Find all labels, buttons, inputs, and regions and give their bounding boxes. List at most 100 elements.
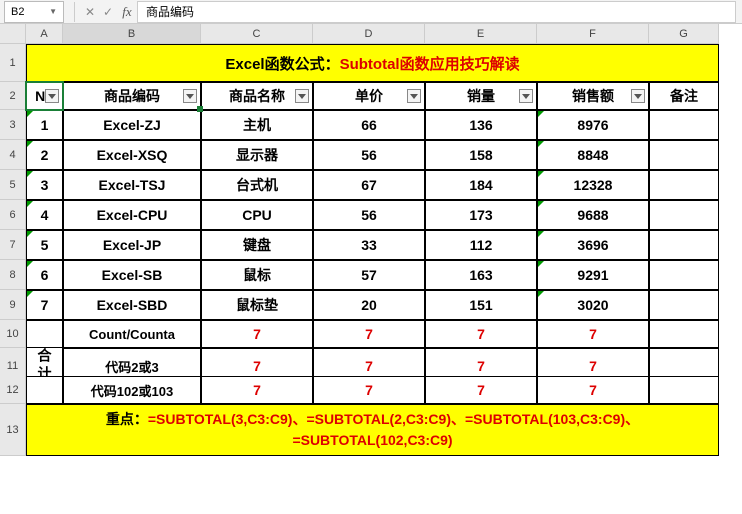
summary-val[interactable]: 7 (537, 320, 649, 348)
filter-icon[interactable] (407, 89, 421, 103)
cell-code[interactable]: Excel-XSQ (63, 140, 201, 170)
formula-input[interactable]: 商品编码 (137, 1, 736, 23)
cell-no[interactable]: 2 (26, 140, 63, 170)
col-A[interactable]: A (26, 24, 63, 44)
header-remark[interactable]: 备注 (649, 82, 719, 110)
cell-name[interactable]: 主机 (201, 110, 313, 140)
summary-val[interactable]: 7 (201, 376, 313, 404)
row-7[interactable]: 7 (0, 230, 26, 260)
cell-remark[interactable] (649, 110, 719, 140)
cell-remark[interactable] (649, 140, 719, 170)
cell-no[interactable]: 4 (26, 200, 63, 230)
cell-remark[interactable] (649, 200, 719, 230)
header-price[interactable]: 单价 (313, 82, 425, 110)
cell-qty[interactable]: 163 (425, 260, 537, 290)
filter-icon[interactable] (295, 89, 309, 103)
row-3[interactable]: 3 (0, 110, 26, 140)
row-8[interactable]: 8 (0, 260, 26, 290)
filter-icon[interactable] (631, 89, 645, 103)
cell-price[interactable]: 57 (313, 260, 425, 290)
cell-price[interactable]: 20 (313, 290, 425, 320)
filter-icon[interactable] (519, 89, 533, 103)
cell-sales[interactable]: 8976 (537, 110, 649, 140)
summary-val[interactable]: 7 (537, 376, 649, 404)
header-no[interactable]: No (26, 82, 63, 110)
cell-name[interactable]: 鼠标 (201, 260, 313, 290)
cell-name[interactable]: CPU (201, 200, 313, 230)
cell-sales[interactable]: 3020 (537, 290, 649, 320)
row-10[interactable]: 10 (0, 320, 26, 348)
row-12[interactable]: 12 (0, 376, 26, 404)
cell-sales[interactable]: 8848 (537, 140, 649, 170)
row-5[interactable]: 5 (0, 170, 26, 200)
check-icon[interactable]: ✓ (99, 5, 117, 19)
row-9[interactable]: 9 (0, 290, 26, 320)
cell-code[interactable]: Excel-JP (63, 230, 201, 260)
chevron-down-icon[interactable]: ▼ (49, 7, 57, 16)
cell-price[interactable]: 66 (313, 110, 425, 140)
cell-code[interactable]: Excel-SB (63, 260, 201, 290)
summary-blank[interactable] (649, 376, 719, 404)
filter-icon[interactable] (183, 89, 197, 103)
cell-price[interactable]: 33 (313, 230, 425, 260)
summary-merge-bot[interactable] (26, 376, 63, 404)
row-13[interactable]: 13 (0, 404, 26, 456)
cell-no[interactable]: 6 (26, 260, 63, 290)
cell-name[interactable]: 台式机 (201, 170, 313, 200)
cell-no[interactable]: 3 (26, 170, 63, 200)
header-sales[interactable]: 销售额 (537, 82, 649, 110)
row-6[interactable]: 6 (0, 200, 26, 230)
summary-val[interactable]: 7 (201, 320, 313, 348)
footer-cell[interactable]: 重点：=SUBTOTAL(3,C3:C9)、=SUBTOTAL(2,C3:C9)… (26, 404, 719, 456)
cell-code[interactable]: Excel-TSJ (63, 170, 201, 200)
cell-remark[interactable] (649, 260, 719, 290)
summary-blank[interactable] (649, 320, 719, 348)
col-C[interactable]: C (201, 24, 313, 44)
cell-no[interactable]: 5 (26, 230, 63, 260)
cell-qty[interactable]: 112 (425, 230, 537, 260)
summary-val[interactable]: 7 (313, 320, 425, 348)
cancel-icon[interactable]: ✕ (81, 5, 99, 19)
summary-label[interactable]: Count/Counta (63, 320, 201, 348)
col-E[interactable]: E (425, 24, 537, 44)
header-qty[interactable]: 销量 (425, 82, 537, 110)
cell-sales[interactable]: 9688 (537, 200, 649, 230)
summary-merge-top[interactable] (26, 320, 63, 348)
col-G[interactable]: G (649, 24, 719, 44)
cell-price[interactable]: 56 (313, 200, 425, 230)
header-name[interactable]: 商品名称 (201, 82, 313, 110)
title-cell[interactable]: Excel函数公式： Subtotal函数应用技巧解读 (26, 44, 719, 82)
row-4[interactable]: 4 (0, 140, 26, 170)
fill-handle[interactable] (197, 106, 203, 112)
select-all-corner[interactable] (0, 24, 26, 44)
cell-qty[interactable]: 158 (425, 140, 537, 170)
cell-code[interactable]: Excel-CPU (63, 200, 201, 230)
name-box[interactable]: B2 ▼ (4, 1, 64, 23)
cell-code[interactable]: Excel-ZJ (63, 110, 201, 140)
cell-price[interactable]: 56 (313, 140, 425, 170)
cell-code[interactable]: Excel-SBD (63, 290, 201, 320)
summary-val[interactable]: 7 (425, 320, 537, 348)
summary-label[interactable]: 代码102或103 (63, 376, 201, 404)
filter-icon[interactable] (45, 89, 59, 103)
cell-no[interactable]: 1 (26, 110, 63, 140)
cell-sales[interactable]: 9291 (537, 260, 649, 290)
header-code[interactable]: 商品编码 (63, 82, 201, 110)
cell-no[interactable]: 7 (26, 290, 63, 320)
row-1[interactable]: 1 (0, 44, 26, 82)
cell-qty[interactable]: 151 (425, 290, 537, 320)
col-F[interactable]: F (537, 24, 649, 44)
fx-icon[interactable]: fx (117, 4, 137, 20)
summary-val[interactable]: 7 (425, 376, 537, 404)
col-B[interactable]: B (63, 24, 201, 44)
cell-sales[interactable]: 3696 (537, 230, 649, 260)
cell-name[interactable]: 显示器 (201, 140, 313, 170)
cell-sales[interactable]: 12328 (537, 170, 649, 200)
cell-qty[interactable]: 184 (425, 170, 537, 200)
cell-remark[interactable] (649, 170, 719, 200)
cell-qty[interactable]: 173 (425, 200, 537, 230)
cell-remark[interactable] (649, 290, 719, 320)
cell-remark[interactable] (649, 230, 719, 260)
cell-name[interactable]: 鼠标垫 (201, 290, 313, 320)
row-2[interactable]: 2 (0, 82, 26, 110)
